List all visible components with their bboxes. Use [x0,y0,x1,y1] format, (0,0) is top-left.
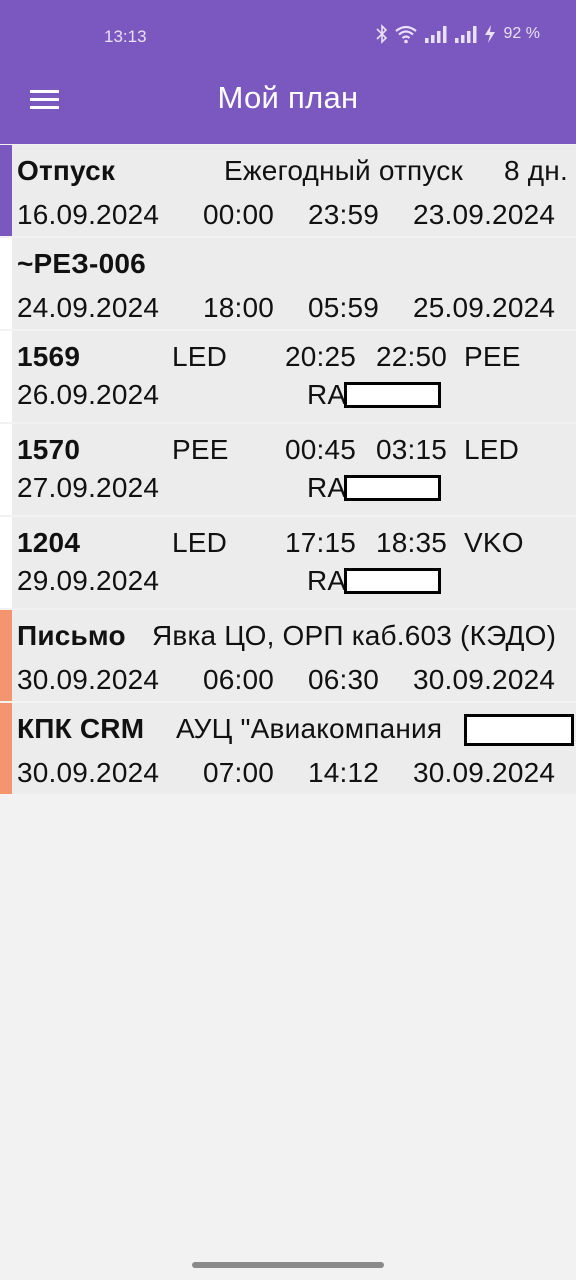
redacted-box [344,382,441,408]
status-time: 13:13 [104,27,147,46]
item-description: Явка ЦО, ОРП каб.603 (КЭДО) [152,620,557,651]
item-accent-bar [0,238,12,329]
charging-icon [484,24,496,44]
flight-item[interactable]: 1204 LED 17:15 18:35 VKO 29.09.2024 RA [0,517,576,608]
app-screen: 13:13 92 % Мой план Отпуск Ежегодный отп… [0,0,576,1280]
top-bar: 13:13 92 % Мой план [0,0,576,144]
list-item[interactable]: Отпуск Ежегодный отпуск 8 дн. 16.09.2024… [0,145,576,236]
item-accent-bar [0,424,12,515]
item-title: ~РЕЗ-006 [17,248,146,279]
item-start-date: 30.09.2024 [17,757,160,788]
flight-arrival-time: 22:50 [376,341,448,372]
item-end-time: 05:59 [308,292,380,323]
flight-date: 26.09.2024 [17,379,160,410]
redacted-box [344,475,441,501]
flight-destination: LED [464,434,520,465]
flight-item[interactable]: 1569 LED 20:25 22:50 PEE 26.09.2024 RA [0,331,576,422]
item-duration: 8 дн. [504,155,568,186]
aircraft-registration: RA [307,565,347,596]
flight-destination: PEE [464,341,521,372]
flight-departure-time: 17:15 [285,527,357,558]
flight-date: 29.09.2024 [17,565,160,596]
flight-number: 1569 [17,341,81,372]
aircraft-registration: RA [307,379,347,410]
status-icons: 92 % [375,24,540,44]
flight-origin: LED [172,341,228,372]
redacted-box [344,568,441,594]
item-end-time: 06:30 [308,664,380,695]
list-item[interactable]: ~РЕЗ-006 24.09.2024 18:00 05:59 25.09.20… [0,238,576,329]
flight-number: 1570 [17,434,81,465]
signal-icon [454,24,478,44]
item-start-time: 00:00 [203,199,275,230]
item-description: АУЦ "Авиакомпания [176,713,443,744]
flight-departure-time: 00:45 [285,434,357,465]
wifi-icon [394,24,418,44]
item-start-time: 06:00 [203,664,275,695]
item-accent-bar [0,703,12,794]
home-indicator[interactable] [192,1262,384,1268]
flight-origin: LED [172,527,228,558]
item-accent-bar [0,517,12,608]
flight-departure-time: 20:25 [285,341,357,372]
item-description: Ежегодный отпуск [224,155,463,186]
item-start-date: 16.09.2024 [17,199,160,230]
item-end-date: 30.09.2024 [413,664,556,695]
battery-level: 92 % [503,25,540,42]
item-start-date: 24.09.2024 [17,292,160,323]
flight-origin: PEE [172,434,229,465]
item-end-time: 14:12 [308,757,380,788]
item-end-date: 30.09.2024 [413,757,556,788]
item-accent-bar [0,331,12,422]
item-start-time: 18:00 [203,292,275,323]
flight-destination: VKO [464,527,524,558]
list-item[interactable]: КПК CRM АУЦ "Авиакомпания 30.09.2024 07:… [0,703,576,794]
item-title: Отпуск [17,155,116,186]
item-accent-bar [0,145,12,236]
signal-icon [424,24,448,44]
flight-item[interactable]: 1570 PEE 00:45 03:15 LED 27.09.2024 RA [0,424,576,515]
item-start-time: 07:00 [203,757,275,788]
bluetooth-icon [375,24,388,44]
plan-list: Отпуск Ежегодный отпуск 8 дн. 16.09.2024… [0,145,576,796]
item-title: КПК CRM [17,713,145,744]
item-end-date: 25.09.2024 [413,292,556,323]
flight-arrival-time: 18:35 [376,527,448,558]
flight-number: 1204 [17,527,81,558]
list-item[interactable]: Письмо Явка ЦО, ОРП каб.603 (КЭДО) 30.09… [0,610,576,701]
aircraft-registration: RA [307,472,347,503]
item-title: Письмо [17,620,126,651]
item-end-time: 23:59 [308,199,380,230]
redacted-box [464,714,574,746]
item-start-date: 30.09.2024 [17,664,160,695]
flight-date: 27.09.2024 [17,472,160,503]
flight-arrival-time: 03:15 [376,434,448,465]
page-title: Мой план [217,80,359,115]
item-accent-bar [0,610,12,701]
item-end-date: 23.09.2024 [413,199,556,230]
